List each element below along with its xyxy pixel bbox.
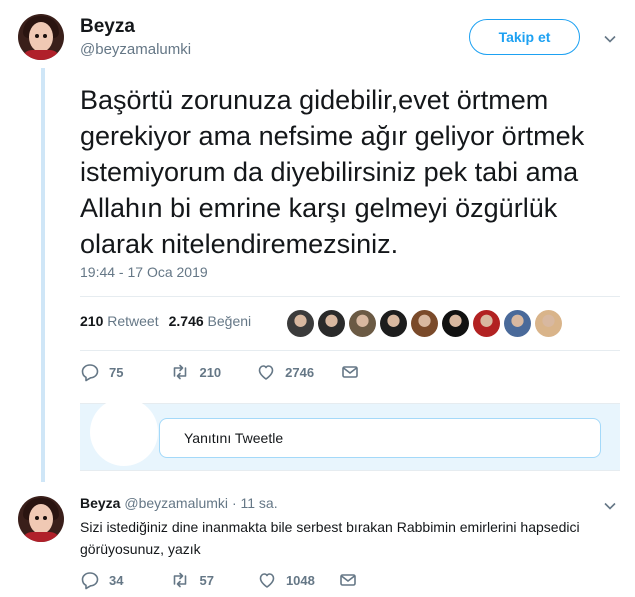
liker-avatar[interactable] — [442, 310, 469, 337]
envelope-icon — [340, 574, 356, 586]
reply-icon — [81, 572, 99, 590]
liker-avatar[interactable] — [287, 310, 314, 337]
avatar[interactable] — [18, 14, 64, 60]
reply-input[interactable]: Yanıtını Tweetle — [159, 418, 601, 458]
like-count: 2746 — [285, 364, 315, 380]
reply-button[interactable]: 75 — [80, 362, 123, 382]
retweet-icon — [174, 572, 187, 588]
avatar-eye — [43, 34, 47, 38]
reply-count: 75 — [109, 364, 124, 380]
tweet-timestamp[interactable]: 19:44 - 17 Oca 2019 — [80, 264, 208, 280]
like-stat[interactable]: 2.746 Beğeni — [169, 313, 252, 329]
retweet-count: 57 — [199, 572, 214, 588]
avatar-eye — [35, 516, 39, 520]
tweet-actions: 75 210 2746 — [80, 362, 360, 382]
thread-line — [41, 68, 45, 482]
reply-author-name[interactable]: Beyza — [80, 495, 120, 511]
retweet-button[interactable]: 210 — [170, 362, 221, 382]
liker-avatar[interactable] — [411, 310, 438, 337]
like-button[interactable]: 2746 — [256, 362, 314, 382]
avatar-face — [29, 504, 53, 534]
retweet-button[interactable]: 57 — [170, 570, 214, 590]
avatar-eye — [43, 516, 47, 520]
follow-button[interactable]: Takip et — [469, 19, 580, 55]
reply-count: 34 — [109, 572, 124, 588]
reply-text: Sizi istediğiniz dine inanmakta bile ser… — [80, 519, 580, 557]
liker-avatar[interactable] — [318, 310, 345, 337]
reply-button[interactable]: 34 — [80, 570, 123, 590]
liker-avatar[interactable] — [504, 310, 531, 337]
likers-avatars — [287, 310, 562, 337]
retweet-icon — [174, 364, 187, 380]
like-count: 1048 — [285, 572, 315, 588]
liker-avatar[interactable] — [349, 310, 376, 337]
message-button[interactable] — [338, 570, 358, 590]
reply-time[interactable]: · 11 sa. — [232, 495, 278, 511]
chevron-down-icon[interactable] — [603, 32, 617, 46]
engagement-stats: 210 Retweet 2.746 Beğeni — [80, 313, 251, 329]
reply-icon — [81, 364, 99, 382]
like-button[interactable]: 1048 — [257, 570, 315, 590]
retweet-stat[interactable]: 210 Retweet — [80, 313, 159, 329]
reply-header: Beyza @beyzamalumki · 11 sa. — [80, 495, 278, 511]
redacted-avatar — [90, 398, 158, 466]
message-button[interactable] — [340, 362, 360, 382]
avatar-face — [29, 22, 53, 52]
reply-avatar[interactable] — [18, 496, 64, 542]
liker-avatar[interactable] — [473, 310, 500, 337]
avatar-shirt — [22, 532, 60, 542]
chevron-down-icon[interactable] — [603, 499, 617, 513]
reply-author-handle[interactable]: @beyzamalumki — [124, 495, 228, 511]
divider — [80, 296, 620, 297]
tweet-text: Başörtü zorunuza gidebilir,evet örtmem g… — [80, 85, 585, 259]
liker-avatar[interactable] — [535, 310, 562, 337]
author-handle[interactable]: @beyzamalumki — [80, 41, 191, 58]
avatar-eye — [35, 34, 39, 38]
divider — [80, 350, 620, 351]
liker-avatar[interactable] — [380, 310, 407, 337]
retweet-count: 210 — [199, 364, 222, 380]
reply-compose-area: Yanıtını Tweetle — [80, 398, 620, 471]
reply-actions: 34 57 1048 — [80, 570, 358, 590]
heart-icon — [258, 365, 274, 380]
envelope-icon — [342, 366, 358, 378]
author-name[interactable]: Beyza — [80, 16, 135, 38]
avatar-shirt — [22, 50, 60, 60]
heart-icon — [259, 573, 275, 588]
